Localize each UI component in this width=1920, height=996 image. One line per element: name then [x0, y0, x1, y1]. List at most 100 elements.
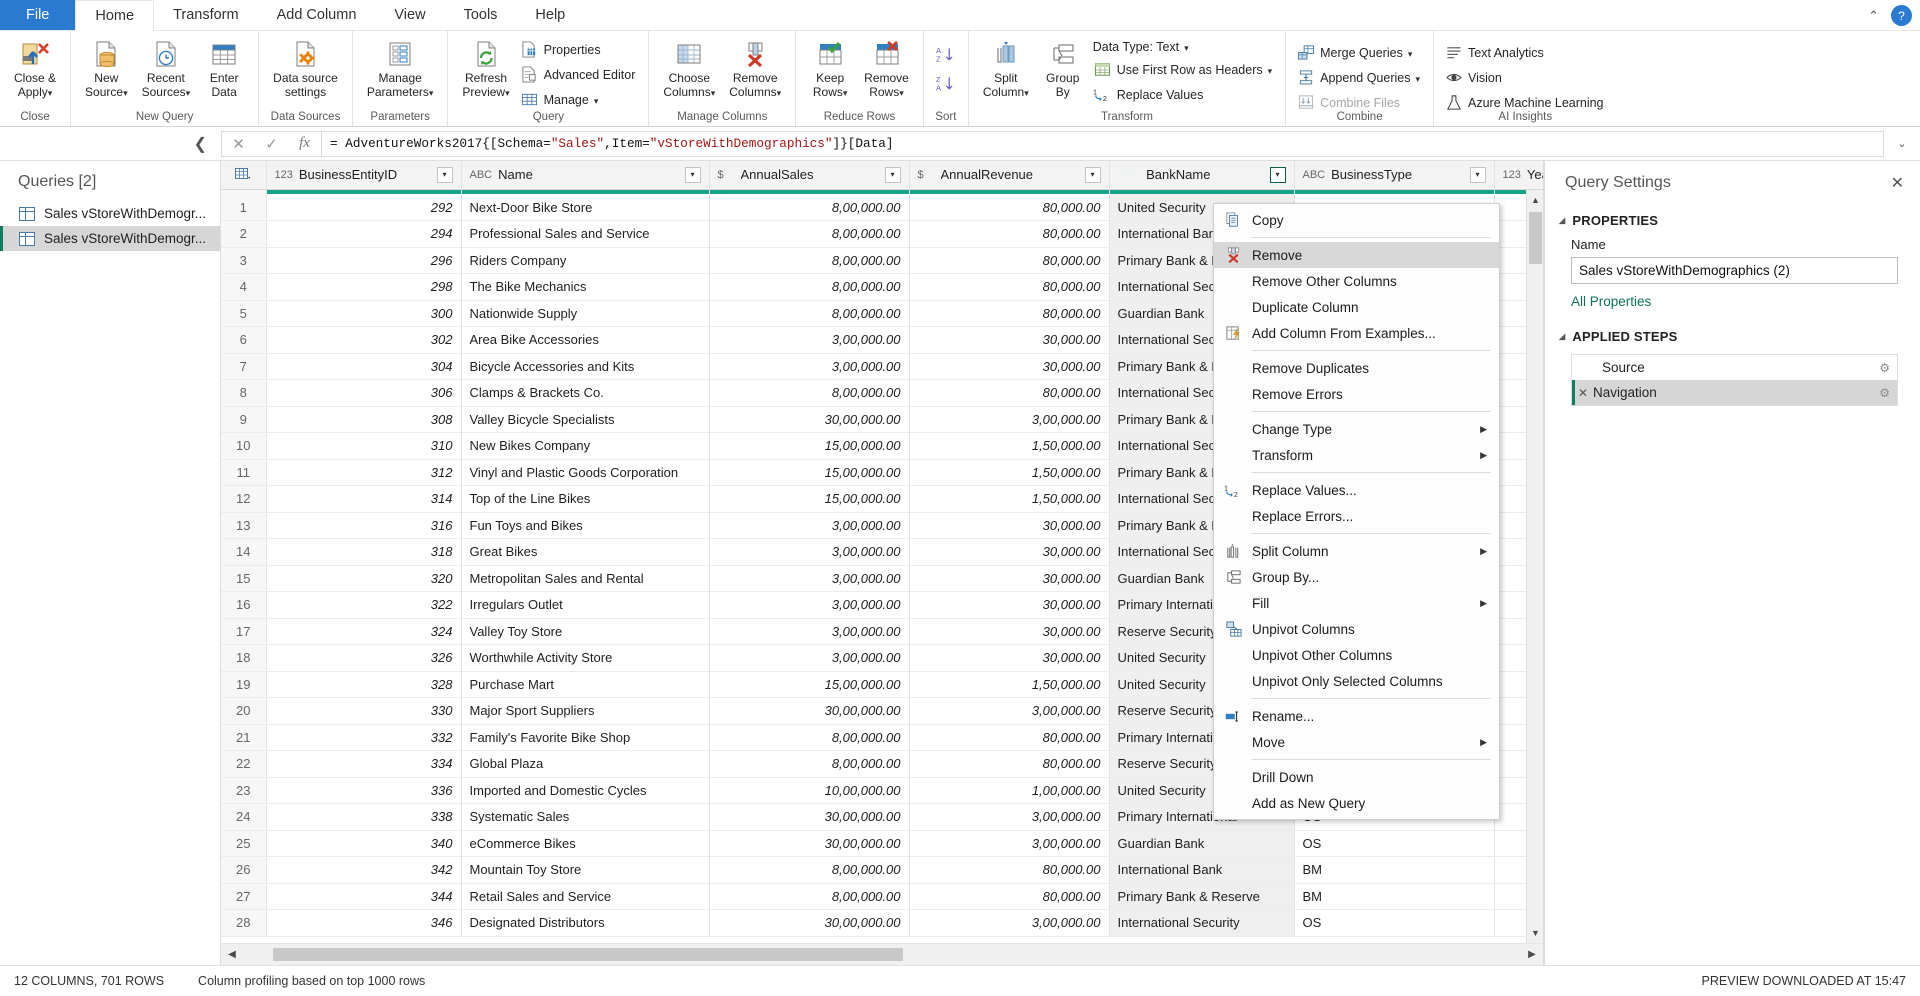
table-cell-businessentityid[interactable]: 306 [266, 380, 461, 407]
table-cell-annualrevenue[interactable]: 1,00,000.00 [909, 777, 1109, 804]
row-number[interactable]: 9 [221, 406, 266, 433]
scroll-down-icon[interactable]: ▼ [1527, 923, 1544, 943]
column-header-annualrevenue[interactable]: $ AnnualRevenue ▾ [909, 161, 1109, 189]
table-cell-annualrevenue[interactable]: 80,000.00 [909, 857, 1109, 884]
table-cell-annualrevenue[interactable]: 80,000.00 [909, 883, 1109, 910]
table-cell-annualsales[interactable]: 30,00,000.00 [709, 804, 909, 831]
help-circle-icon[interactable]: ? [1891, 5, 1912, 26]
table-cell-annualsales[interactable]: 8,00,000.00 [709, 274, 909, 301]
row-number[interactable]: 18 [221, 645, 266, 672]
table-cell-annualsales[interactable]: 3,00,000.00 [709, 327, 909, 354]
table-cell-annualrevenue[interactable]: 3,00,000.00 [909, 910, 1109, 937]
sort-descending-button[interactable]: Z A [932, 72, 960, 95]
row-number[interactable]: 25 [221, 830, 266, 857]
menu-item-remove-duplicates[interactable]: Remove Duplicates [1214, 355, 1499, 381]
column-filter-dropdown[interactable]: ▾ [1085, 167, 1101, 183]
table-cell-annualsales[interactable]: 30,00,000.00 [709, 406, 909, 433]
table-cell-name[interactable]: Clamps & Brackets Co. [461, 380, 709, 407]
table-cell-name[interactable]: Worthwhile Activity Store [461, 645, 709, 672]
table-cell-annualrevenue[interactable]: 3,00,000.00 [909, 698, 1109, 725]
scroll-up-icon[interactable]: ▲ [1527, 190, 1544, 210]
menu-item-remove-other-columns[interactable]: Remove Other Columns [1214, 268, 1499, 294]
table-cell-annualrevenue[interactable]: 30,000.00 [909, 618, 1109, 645]
table-cell-annualrevenue[interactable]: 30,000.00 [909, 327, 1109, 354]
table-cell-annualsales[interactable]: 30,00,000.00 [709, 830, 909, 857]
table-cell-annualsales[interactable]: 8,00,000.00 [709, 724, 909, 751]
table-cell-annualrevenue[interactable]: 1,50,000.00 [909, 671, 1109, 698]
table-cell-businessentityid[interactable]: 346 [266, 910, 461, 937]
table-cell-name[interactable]: Metropolitan Sales and Rental [461, 565, 709, 592]
row-number[interactable]: 5 [221, 300, 266, 327]
table-cell-annualsales[interactable]: 15,00,000.00 [709, 671, 909, 698]
table-row[interactable]: 25340eCommerce Bikes30,00,000.003,00,000… [221, 830, 1543, 857]
column-context-menu[interactable]: CopyRemoveRemove Other ColumnsDuplicate … [1213, 203, 1500, 820]
tab-transform[interactable]: Transform [154, 0, 258, 30]
manage-button[interactable]: Manage [517, 88, 642, 111]
table-cell-name[interactable]: Vinyl and Plastic Goods Corporation [461, 459, 709, 486]
table-cell-annualsales[interactable]: 30,00,000.00 [709, 910, 909, 937]
split-column-button[interactable]: Split Column [976, 35, 1036, 102]
table-cell-annualrevenue[interactable]: 1,50,000.00 [909, 459, 1109, 486]
table-cell-name[interactable]: Irregulars Outlet [461, 592, 709, 619]
menu-item-replace-errors[interactable]: Replace Errors... [1214, 503, 1499, 529]
table-cell-annualrevenue[interactable]: 30,000.00 [909, 592, 1109, 619]
table-cell-name[interactable]: Purchase Mart [461, 671, 709, 698]
column-filter-dropdown[interactable]: ▾ [437, 167, 453, 183]
tab-file[interactable]: File [0, 0, 75, 30]
table-cell-name[interactable]: Great Bikes [461, 539, 709, 566]
table-cell-name[interactable]: Mountain Toy Store [461, 857, 709, 884]
table-cell-annualsales[interactable]: 8,00,000.00 [709, 194, 909, 221]
row-number[interactable]: 24 [221, 804, 266, 831]
row-number[interactable]: 3 [221, 247, 266, 274]
menu-item-replace-values[interactable]: 12Replace Values... [1214, 477, 1499, 503]
table-cell-name[interactable]: Retail Sales and Service [461, 883, 709, 910]
table-cell-annualsales[interactable]: 3,00,000.00 [709, 592, 909, 619]
manage-parameters-button[interactable]: Manage Parameters [360, 35, 441, 102]
row-number[interactable]: 14 [221, 539, 266, 566]
table-cell-annualsales[interactable]: 30,00,000.00 [709, 698, 909, 725]
table-cell-businessentityid[interactable]: 340 [266, 830, 461, 857]
enter-data-button[interactable]: Enter Data [197, 35, 251, 101]
table-cell-annualsales[interactable]: 8,00,000.00 [709, 380, 909, 407]
applied-step-navigation[interactable]: ✕ Navigation ⚙ [1572, 380, 1897, 405]
applied-step-source[interactable]: Source ⚙ [1572, 355, 1897, 380]
table-cell-name[interactable]: Professional Sales and Service [461, 221, 709, 248]
table-cell-bankname[interactable]: Primary Bank & Reserve [1109, 883, 1294, 910]
table-cell-businessentityid[interactable]: 324 [266, 618, 461, 645]
table-cell-name[interactable]: Valley Toy Store [461, 618, 709, 645]
cancel-x-icon[interactable]: ✕ [222, 132, 255, 156]
row-number[interactable]: 11 [221, 459, 266, 486]
use-first-row-as-headers-button[interactable]: Use First Row as Headers [1090, 58, 1278, 81]
row-number[interactable]: 4 [221, 274, 266, 301]
horizontal-scroll-track[interactable] [243, 948, 1521, 961]
table-cell-annualrevenue[interactable]: 3,00,000.00 [909, 804, 1109, 831]
formula-bar-expand-button[interactable]: ⌄ [1884, 137, 1920, 150]
tab-add-column[interactable]: Add Column [258, 0, 376, 30]
append-queries-button[interactable]: Append Queries [1293, 66, 1426, 89]
table-cell-annualrevenue[interactable]: 80,000.00 [909, 751, 1109, 778]
properties-section-header[interactable]: ◢ PROPERTIES [1545, 205, 1920, 234]
table-cell-businessentityid[interactable]: 292 [266, 194, 461, 221]
table-cell-businessentityid[interactable]: 344 [266, 883, 461, 910]
query-name-input[interactable]: Sales vStoreWithDemographics (2) [1571, 257, 1898, 284]
query-list-item-2[interactable]: Sales vStoreWithDemogr... [0, 226, 220, 251]
gear-icon[interactable]: ⚙ [1879, 361, 1890, 375]
table-cell-annualrevenue[interactable]: 80,000.00 [909, 274, 1109, 301]
remove-rows-button[interactable]: Remove Rows [857, 35, 916, 102]
table-cell-annualsales[interactable]: 15,00,000.00 [709, 486, 909, 513]
table-cell-businessentityid[interactable]: 342 [266, 857, 461, 884]
row-number[interactable]: 1 [221, 194, 266, 221]
column-filter-dropdown[interactable]: ▾ [1270, 167, 1286, 183]
text-analytics-button[interactable]: Text Analytics [1441, 41, 1610, 64]
column-header-name[interactable]: ABC Name ▾ [461, 161, 709, 189]
horizontal-scroll-thumb[interactable] [273, 948, 903, 961]
table-cell-businessentityid[interactable]: 320 [266, 565, 461, 592]
row-number[interactable]: 19 [221, 671, 266, 698]
menu-item-unpivot-only-selected-columns[interactable]: Unpivot Only Selected Columns [1214, 668, 1499, 694]
row-number[interactable]: 22 [221, 751, 266, 778]
table-cell-businesstype[interactable]: OS [1294, 910, 1494, 937]
chevron-up-icon[interactable]: ⌃ [1868, 8, 1879, 24]
table-cell-businesstype[interactable]: BM [1294, 883, 1494, 910]
table-cell-annualrevenue[interactable]: 30,000.00 [909, 565, 1109, 592]
table-cell-annualrevenue[interactable]: 80,000.00 [909, 221, 1109, 248]
